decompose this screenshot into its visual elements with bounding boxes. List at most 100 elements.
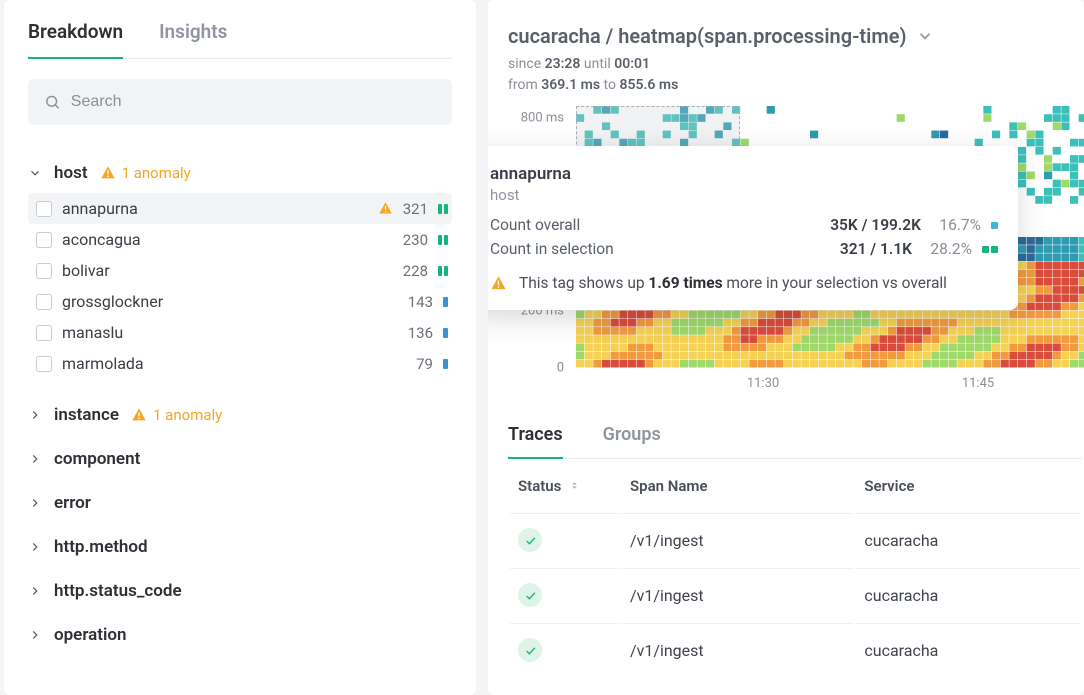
table-row[interactable]: /v1/ingest cucaracha (510, 513, 1080, 566)
sidebar-tabs: Breakdown Insights (28, 20, 452, 59)
facet-checkbox[interactable] (36, 325, 52, 341)
facet-instance-header[interactable]: instance 1 anomaly (28, 393, 452, 437)
search-box[interactable] (28, 79, 452, 125)
facet-item[interactable]: aconcagua 230 (28, 224, 452, 255)
status-ok-icon (518, 583, 542, 607)
anomaly-text: 1 anomaly (153, 406, 222, 424)
color-swatch (982, 246, 989, 253)
cell-span: /v1/ingest (622, 513, 854, 566)
table-row[interactable]: /v1/ingest cucaracha (510, 623, 1080, 676)
facet-item[interactable]: annapurna 321 (28, 193, 452, 224)
facet-host-header[interactable]: host 1 anomaly (28, 153, 452, 193)
chart-title-row: cucaracha / heatmap(span.processing-time… (508, 24, 1082, 48)
y-tick: 800 ms (521, 111, 564, 126)
tooltip-overall-label: Count overall (490, 216, 820, 234)
tooltip-sel-pct: 28.2% (922, 240, 972, 258)
tooltip-subtitle: host (490, 186, 998, 204)
cell-service: cucaracha (856, 623, 1080, 676)
chevron-right-icon (28, 628, 42, 642)
anomaly-text: 1 anomaly (122, 164, 191, 182)
facet-checkbox[interactable] (36, 201, 52, 217)
facet-count: 228 (403, 262, 428, 280)
tooltip-sel-value: 321 / 1.1K (840, 240, 912, 258)
facet-title: operation (54, 625, 127, 645)
facet-checkbox[interactable] (36, 263, 52, 279)
facet-label: bolivar (62, 261, 393, 280)
cell-service: cucaracha (856, 568, 1080, 621)
x-tick: 11:45 (962, 376, 994, 391)
sort-icon (569, 480, 580, 491)
chart-title: cucaracha / heatmap(span.processing-time… (508, 24, 906, 48)
tab-breakdown[interactable]: Breakdown (28, 20, 123, 59)
facet-title: host (54, 163, 88, 183)
warning-icon (131, 407, 147, 423)
facet-http-method-header[interactable]: http.method (28, 525, 452, 569)
tooltip-sel-label: Count in selection (490, 240, 830, 258)
col-service[interactable]: Service (856, 461, 1080, 511)
chevron-right-icon (28, 584, 42, 598)
y-tick: 0 (557, 361, 564, 376)
facet-item[interactable]: manaslu 136 (28, 317, 452, 348)
chevron-right-icon (28, 408, 42, 422)
chevron-right-icon (28, 496, 42, 510)
cell-span: /v1/ingest (622, 568, 854, 621)
facet-label: grossglockner (62, 292, 398, 311)
tooltip-overall-pct: 16.7% (931, 216, 981, 234)
anomaly-badge: 1 anomaly (131, 406, 222, 424)
tooltip-title: annapurna (490, 164, 998, 184)
tooltip-anomaly: This tag shows up 1.69 times more in you… (490, 274, 998, 292)
col-span[interactable]: Span Name (622, 461, 854, 511)
facet-http-status_code-header[interactable]: http.status_code (28, 569, 452, 613)
warning-icon (378, 201, 393, 216)
facet-item[interactable]: marmolada 79 (28, 348, 452, 379)
search-icon (44, 93, 61, 111)
chevron-right-icon (28, 540, 42, 554)
tab-groups[interactable]: Groups (603, 424, 661, 459)
facet-title: http.status_code (54, 581, 182, 601)
chevron-right-icon (28, 452, 42, 466)
tooltip-overall-value: 35K / 199.2K (830, 216, 921, 234)
facet-checkbox[interactable] (36, 356, 52, 372)
facet-checkbox[interactable] (36, 294, 52, 310)
facet-title: http.method (54, 537, 148, 557)
chevron-down-icon[interactable] (916, 27, 934, 45)
facet-count: 321 (403, 200, 428, 218)
trace-tabs: Traces Groups (508, 424, 1082, 459)
cell-service: cucaracha (856, 513, 1080, 566)
x-tick: 11:30 (747, 376, 779, 391)
main-panel: cucaracha / heatmap(span.processing-time… (488, 0, 1084, 695)
facet-host: host 1 anomaly annapurna 321 aconcagua 2… (28, 153, 452, 379)
facet-count: 230 (403, 231, 428, 249)
facet-checkbox[interactable] (36, 232, 52, 248)
status-ok-icon (518, 528, 542, 552)
breakdown-sidebar: Breakdown Insights host 1 anomaly annapu… (4, 0, 476, 695)
col-status[interactable]: Status (510, 461, 620, 511)
traces-table: Status Span Name Service /v1/ingest cuca… (508, 459, 1082, 678)
facet-title: error (54, 493, 91, 513)
status-ok-icon (518, 638, 542, 662)
facet-label: marmolada (62, 354, 406, 373)
facet-label: manaslu (62, 323, 398, 342)
warning-icon (490, 275, 507, 292)
facet-item[interactable]: bolivar 228 (28, 255, 452, 286)
cell-span: /v1/ingest (622, 623, 854, 676)
tab-traces[interactable]: Traces (508, 424, 563, 459)
table-row[interactable]: /v1/ingest cucaracha (510, 568, 1080, 621)
facet-count: 79 (416, 355, 433, 373)
facet-title: instance (54, 405, 119, 425)
color-swatch (991, 246, 998, 253)
facet-label: annapurna (62, 199, 368, 218)
facet-component-header[interactable]: component (28, 437, 452, 481)
facet-item[interactable]: grossglockner 143 (28, 286, 452, 317)
facet-label: aconcagua (62, 230, 393, 249)
facet-count: 143 (408, 293, 433, 311)
tab-insights[interactable]: Insights (159, 20, 227, 59)
search-input[interactable] (71, 93, 436, 111)
facet-count: 136 (408, 324, 433, 342)
color-swatch (991, 222, 998, 229)
heatmap-chart[interactable]: 800 ms 200 ms 0 11:30 11:45 annapurna ho… (508, 106, 1082, 396)
facet-operation-header[interactable]: operation (28, 613, 452, 657)
warning-icon (100, 165, 116, 181)
facet-error-header[interactable]: error (28, 481, 452, 525)
facet-title: component (54, 449, 140, 469)
